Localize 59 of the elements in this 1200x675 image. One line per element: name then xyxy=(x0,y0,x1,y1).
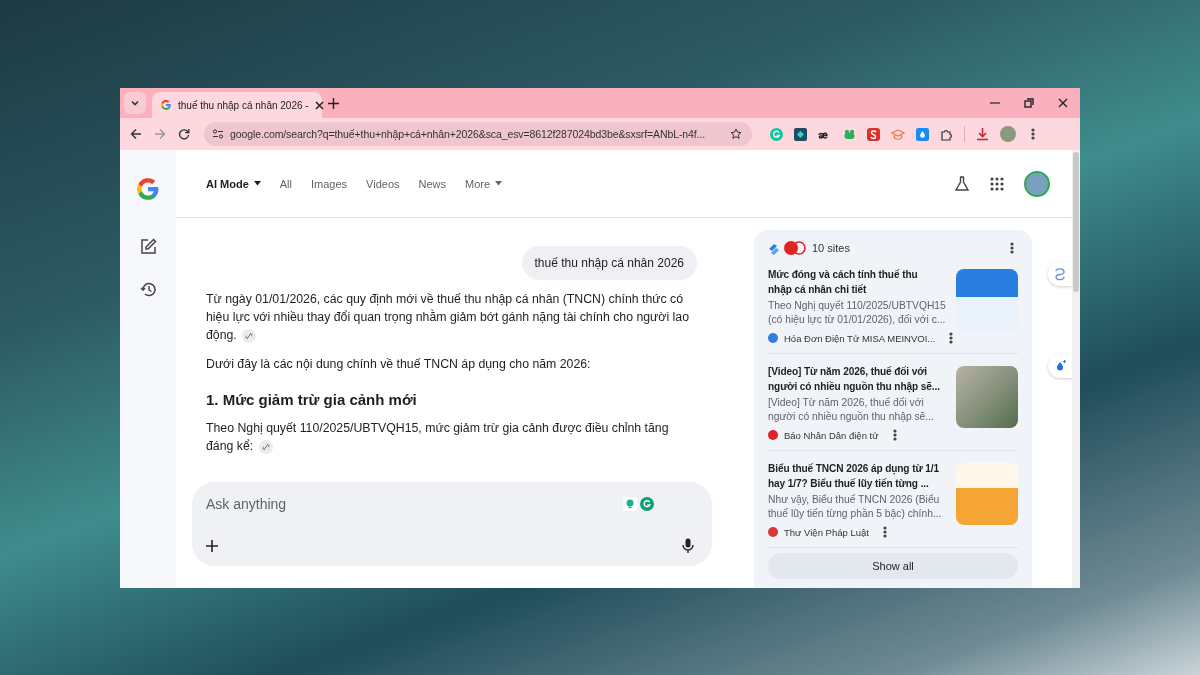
nav-tab[interactable]: AI Mode xyxy=(206,177,261,190)
g-logo-icon xyxy=(160,99,172,111)
user-query: thuế thu nhập cá nhân 2026 xyxy=(521,246,697,280)
tab-list-button[interactable] xyxy=(124,92,146,114)
back-icon[interactable] xyxy=(130,128,142,140)
nav-tab[interactable]: News xyxy=(418,177,447,190)
flask-icon[interactable] xyxy=(954,175,970,192)
tune-icon[interactable] xyxy=(212,128,224,140)
drop-icon[interactable] xyxy=(916,127,929,141)
plus-icon[interactable] xyxy=(328,97,339,109)
restore-icon[interactable] xyxy=(1024,98,1034,108)
close-icon[interactable] xyxy=(1058,98,1068,108)
address-bar[interactable]: google.com/search?q=thuế+thu+nhập+cá+nhân+2026&sca_esv=8612f287024bd3be&sxsrf=ANbL-n4f... xyxy=(204,122,752,146)
answer-paragraph: Dưới đây là các nội dung chính về thuế TNCN áp dụng cho năm 2026: xyxy=(206,356,591,373)
source-name[interactable]: Báo Nhân Dân điện tử xyxy=(784,429,879,441)
prompt-field[interactable]: Ask anything xyxy=(206,496,586,512)
source-snippet: [Video] Từ năm 2026, thuế đối với người có nhiều nguồn thu nhập sẽ... xyxy=(768,396,935,424)
forward-icon xyxy=(154,128,166,140)
side-tool-button[interactable] xyxy=(1048,354,1072,378)
source-title[interactable]: Mức đóng và cách tính thuế thu nhập cá nhân chi tiết xyxy=(768,267,918,297)
s-logo-icon[interactable] xyxy=(867,127,880,141)
diamond-icon[interactable] xyxy=(794,127,807,141)
apps-grid-icon[interactable] xyxy=(990,176,1004,191)
loop-icon xyxy=(1053,267,1067,281)
g-logo-icon[interactable] xyxy=(135,176,161,202)
g-circle-icon[interactable] xyxy=(640,497,654,511)
chevron-down-icon xyxy=(130,98,140,108)
site-logos-icon xyxy=(768,240,806,256)
answer-heading: 1. Mức giảm trừ gia cảnh mới xyxy=(206,391,417,409)
sites-count: 10 sites xyxy=(812,242,850,254)
link-icon[interactable] xyxy=(242,328,257,343)
plus-icon[interactable] xyxy=(206,540,218,552)
source-snippet: Theo Nghị quyết 110/2025/UBTVQH15 (có hiệu lực từ 01/01/2026), đối với c... xyxy=(768,299,947,327)
link-icon[interactable] xyxy=(258,439,273,454)
nav-tab[interactable]: All xyxy=(279,177,292,190)
nav-tab[interactable]: Videos xyxy=(366,177,400,190)
source-name[interactable]: Hóa Đơn Điện Tử MISA MEINVOI... xyxy=(784,332,936,344)
puzzle-icon[interactable] xyxy=(940,127,953,141)
answer-paragraph: Từ ngày 01/01/2026, các quy định mới về thuế thu nhập cá nhân (TNCN) chính thức có hiệu lực với nhiều thay đổi quan trọng nhằm giảm bớt gánh nặng tài chính cho người lao động. xyxy=(206,291,690,344)
close-icon[interactable] xyxy=(314,100,324,110)
browser-tab[interactable]: thuế thu nhập cá nhân 2026 - xyxy=(152,92,322,118)
answer-paragraph: Theo Nghị quyết 110/2025/UBTVQH15, mức giảm trừ gia cảnh được điều chỉnh tăng đáng kể: xyxy=(206,420,670,455)
side-tool-button[interactable] xyxy=(1048,262,1072,286)
source-name[interactable]: Thư Viện Pháp Luật xyxy=(784,526,869,538)
edit-icon[interactable] xyxy=(139,238,157,255)
source-title[interactable]: Biểu thuế TNCN 2026 áp dụng từ 1/1 hay 1/7? Biểu thuế lũy tiến từng ... xyxy=(768,461,940,491)
lightbulb-icon[interactable] xyxy=(623,497,637,511)
reload-icon[interactable] xyxy=(178,128,190,140)
microphone-icon[interactable] xyxy=(682,538,694,554)
nav-tab[interactable]: Images xyxy=(311,177,348,190)
scrollbar[interactable] xyxy=(1072,150,1080,588)
nav-tab[interactable]: More xyxy=(465,177,503,190)
avatar-icon[interactable] xyxy=(1024,170,1050,197)
source-title[interactable]: [Video] Từ năm 2026, thuế đối với người có nhiều nguồn thu nhập sẽ... xyxy=(768,364,940,394)
download-icon[interactable] xyxy=(976,127,989,141)
history-icon[interactable] xyxy=(139,281,157,298)
star-icon[interactable] xyxy=(730,128,742,140)
source-snippet: Như vậy, Biểu thuế TNCN 2026 (Biểu thuế lũy tiến từng phần 5 bậc) chính... xyxy=(768,493,943,521)
show-all-button[interactable]: Show all xyxy=(768,553,1018,579)
